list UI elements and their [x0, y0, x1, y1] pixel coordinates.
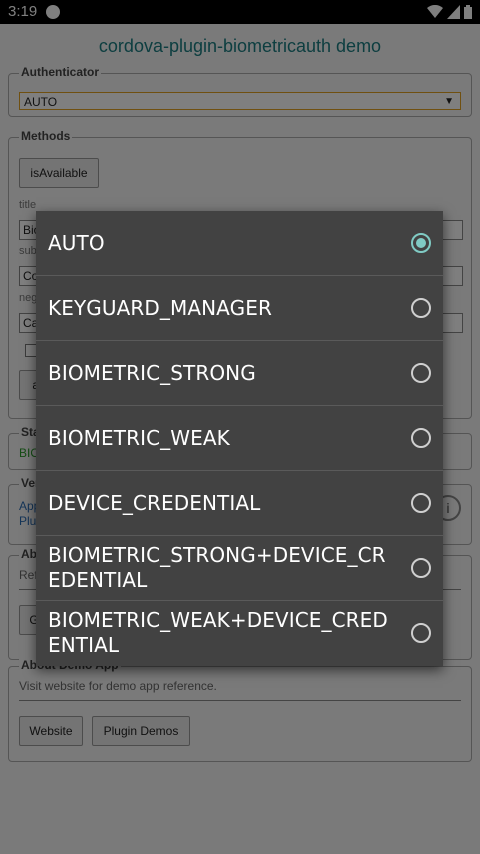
radio-unchecked-icon[interactable]	[411, 428, 431, 448]
radio-unchecked-icon[interactable]	[411, 493, 431, 513]
option-device-credential[interactable]: DEVICE_CREDENTIAL	[36, 471, 443, 536]
authenticator-options-dialog: AUTO KEYGUARD_MANAGER BIOMETRIC_STRONG B…	[36, 211, 443, 666]
option-label: DEVICE_CREDENTIAL	[48, 490, 261, 515]
option-label: BIOMETRIC_WEAK	[48, 425, 230, 450]
option-biometric-weak[interactable]: BIOMETRIC_WEAK	[36, 406, 443, 471]
radio-unchecked-icon[interactable]	[411, 363, 431, 383]
option-label: BIOMETRIC_WEAK+DEVICE_CREDENTIAL	[48, 608, 388, 657]
radio-checked-icon[interactable]	[411, 233, 431, 253]
option-label: BIOMETRIC_STRONG	[48, 360, 256, 385]
radio-unchecked-icon[interactable]	[411, 298, 431, 318]
option-label: KEYGUARD_MANAGER	[48, 295, 272, 320]
option-biometric-weak-device-credential[interactable]: BIOMETRIC_WEAK+DEVICE_CREDENTIAL	[36, 601, 443, 666]
option-label: AUTO	[48, 230, 105, 255]
option-label: BIOMETRIC_STRONG+DEVICE_CREDENTIAL	[48, 543, 386, 592]
option-biometric-strong[interactable]: BIOMETRIC_STRONG	[36, 341, 443, 406]
option-auto[interactable]: AUTO	[36, 211, 443, 276]
radio-unchecked-icon[interactable]	[411, 623, 431, 643]
radio-unchecked-icon[interactable]	[411, 558, 431, 578]
option-keyguard-manager[interactable]: KEYGUARD_MANAGER	[36, 276, 443, 341]
option-biometric-strong-device-credential[interactable]: BIOMETRIC_STRONG+DEVICE_CREDENTIAL	[36, 536, 443, 601]
